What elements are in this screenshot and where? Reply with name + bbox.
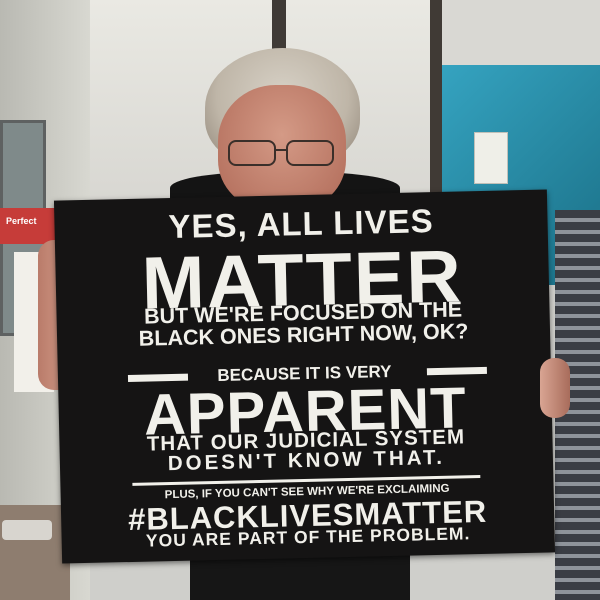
photo-scene: Perfect YES, ALL LIVES MATTER BUT WE'RE … bbox=[0, 0, 600, 600]
glasses-icon bbox=[228, 140, 334, 166]
person-hand-right bbox=[540, 358, 570, 418]
person-lower-body bbox=[190, 555, 410, 600]
background-note bbox=[474, 132, 508, 184]
protest-sign: YES, ALL LIVES MATTER BUT WE'RE FOCUSED … bbox=[53, 189, 556, 564]
background-ceiling bbox=[442, 0, 600, 66]
background-cups bbox=[2, 520, 52, 540]
background-poster-text: Perfect bbox=[6, 216, 37, 226]
glasses-lens-left bbox=[228, 140, 276, 166]
background-poster bbox=[0, 208, 58, 244]
glasses-lens-right bbox=[286, 140, 334, 166]
